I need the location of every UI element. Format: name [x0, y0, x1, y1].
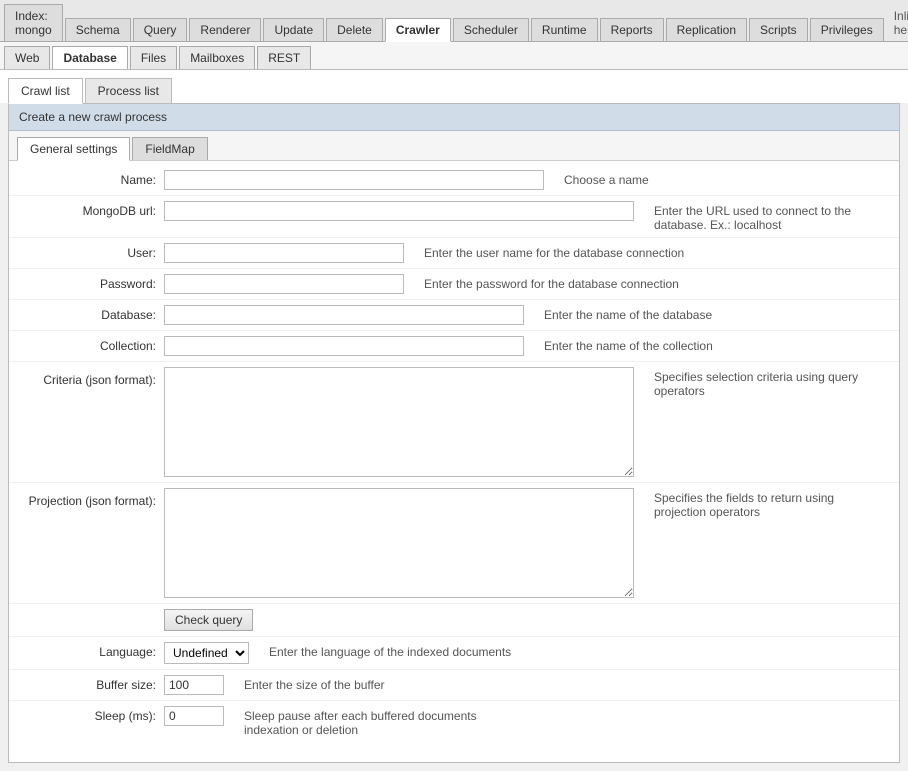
tab-schema[interactable]: Schema — [65, 18, 131, 41]
language-label: Language: — [19, 642, 164, 659]
database-help: Enter the name of the database — [544, 305, 712, 322]
check-query-btn-area: Check query — [164, 609, 253, 631]
projection-row: Projection (json format): Specifies the … — [9, 483, 899, 604]
page-tab-process-list[interactable]: Process list — [85, 78, 172, 103]
criteria-row: Criteria (json format): Specifies select… — [9, 362, 899, 483]
buffer-size-label: Buffer size: — [19, 675, 164, 692]
projection-textarea[interactable] — [164, 488, 634, 598]
tab-files[interactable]: Files — [130, 46, 177, 69]
tab-runtime[interactable]: Runtime — [531, 18, 598, 41]
user-label: User: — [19, 243, 164, 260]
database-input-area — [164, 305, 524, 325]
sleep-row: Sleep (ms): Sleep pause after each buffe… — [9, 701, 899, 742]
user-input[interactable] — [164, 243, 404, 263]
tab-privileges[interactable]: Privileges — [810, 18, 884, 41]
collection-help: Enter the name of the collection — [544, 336, 713, 353]
database-label: Database: — [19, 305, 164, 322]
mongodb-url-row: MongoDB url: Enter the URL used to conne… — [9, 196, 899, 238]
password-input[interactable] — [164, 274, 404, 294]
projection-input-area — [164, 488, 634, 598]
user-input-area — [164, 243, 404, 263]
tab-index-mongo[interactable]: Index: mongo — [4, 4, 63, 41]
buffer-size-row: Buffer size: Enter the size of the buffe… — [9, 670, 899, 701]
section-header: Create a new crawl process — [9, 104, 899, 131]
inline-help-link[interactable]: Inline help — [886, 5, 908, 41]
second-nav: Web Database Files Mailboxes REST — [0, 42, 908, 70]
database-row: Database: Enter the name of the database — [9, 300, 899, 331]
database-input[interactable] — [164, 305, 524, 325]
name-input[interactable] — [164, 170, 544, 190]
user-help: Enter the user name for the database con… — [424, 243, 684, 260]
inner-tabs: General settings FieldMap — [9, 131, 899, 161]
tab-update[interactable]: Update — [263, 18, 324, 41]
page-tabs: Crawl list Process list — [0, 70, 908, 103]
user-row: User: Enter the user name for the databa… — [9, 238, 899, 269]
name-input-area — [164, 170, 544, 190]
language-help: Enter the language of the indexed docume… — [269, 642, 511, 659]
mongodb-url-input[interactable] — [164, 201, 634, 221]
projection-label: Projection (json format): — [19, 488, 164, 508]
mongodb-url-help: Enter the URL used to connect to the dat… — [654, 201, 889, 232]
page-tab-crawl-list[interactable]: Crawl list — [8, 78, 83, 104]
name-row: Name: Choose a name — [9, 165, 899, 196]
main-content: Create a new crawl process General setti… — [8, 103, 900, 763]
tab-rest[interactable]: REST — [257, 46, 311, 69]
language-select-area: Undefined English French German Spanish — [164, 642, 249, 664]
tab-query[interactable]: Query — [133, 18, 188, 41]
tab-crawler[interactable]: Crawler — [385, 18, 451, 42]
projection-help: Specifies the fields to return using pro… — [654, 488, 889, 519]
collection-row: Collection: Enter the name of the collec… — [9, 331, 899, 362]
password-row: Password: Enter the password for the dat… — [9, 269, 899, 300]
password-help: Enter the password for the database conn… — [424, 274, 679, 291]
tab-scripts[interactable]: Scripts — [749, 18, 808, 41]
buffer-size-input[interactable] — [164, 675, 224, 695]
tab-web[interactable]: Web — [4, 46, 50, 69]
sleep-input[interactable] — [164, 706, 224, 726]
name-help: Choose a name — [564, 170, 649, 187]
top-nav: Index: mongo Schema Query Renderer Updat… — [0, 0, 908, 42]
language-select[interactable]: Undefined English French German Spanish — [164, 642, 249, 664]
criteria-help: Specifies selection criteria using query… — [654, 367, 889, 398]
language-row: Language: Undefined English French Germa… — [9, 637, 899, 670]
name-label: Name: — [19, 170, 164, 187]
mongodb-url-label: MongoDB url: — [19, 201, 164, 218]
criteria-input-area — [164, 367, 634, 477]
sleep-label: Sleep (ms): — [19, 706, 164, 723]
inner-tab-general-settings[interactable]: General settings — [17, 137, 130, 161]
tab-mailboxes[interactable]: Mailboxes — [179, 46, 255, 69]
check-query-spacer — [19, 609, 164, 612]
sleep-help: Sleep pause after each buffered document… — [244, 706, 524, 737]
inner-tab-fieldmap[interactable]: FieldMap — [132, 137, 207, 160]
sleep-input-area — [164, 706, 224, 726]
buffer-size-help: Enter the size of the buffer — [244, 675, 385, 692]
criteria-textarea[interactable] — [164, 367, 634, 477]
buffer-size-input-area — [164, 675, 224, 695]
collection-label: Collection: — [19, 336, 164, 353]
tab-scheduler[interactable]: Scheduler — [453, 18, 529, 41]
form-area: Name: Choose a name MongoDB url: Enter t… — [9, 161, 899, 746]
tab-renderer[interactable]: Renderer — [189, 18, 261, 41]
check-query-row: Check query — [9, 604, 899, 637]
tab-reports[interactable]: Reports — [600, 18, 664, 41]
password-input-area — [164, 274, 404, 294]
password-label: Password: — [19, 274, 164, 291]
tab-replication[interactable]: Replication — [666, 18, 747, 41]
collection-input[interactable] — [164, 336, 524, 356]
tab-database[interactable]: Database — [52, 46, 127, 69]
collection-input-area — [164, 336, 524, 356]
check-query-button[interactable]: Check query — [164, 609, 253, 631]
criteria-label: Criteria (json format): — [19, 367, 164, 387]
mongodb-url-input-area — [164, 201, 634, 221]
tab-delete[interactable]: Delete — [326, 18, 383, 41]
